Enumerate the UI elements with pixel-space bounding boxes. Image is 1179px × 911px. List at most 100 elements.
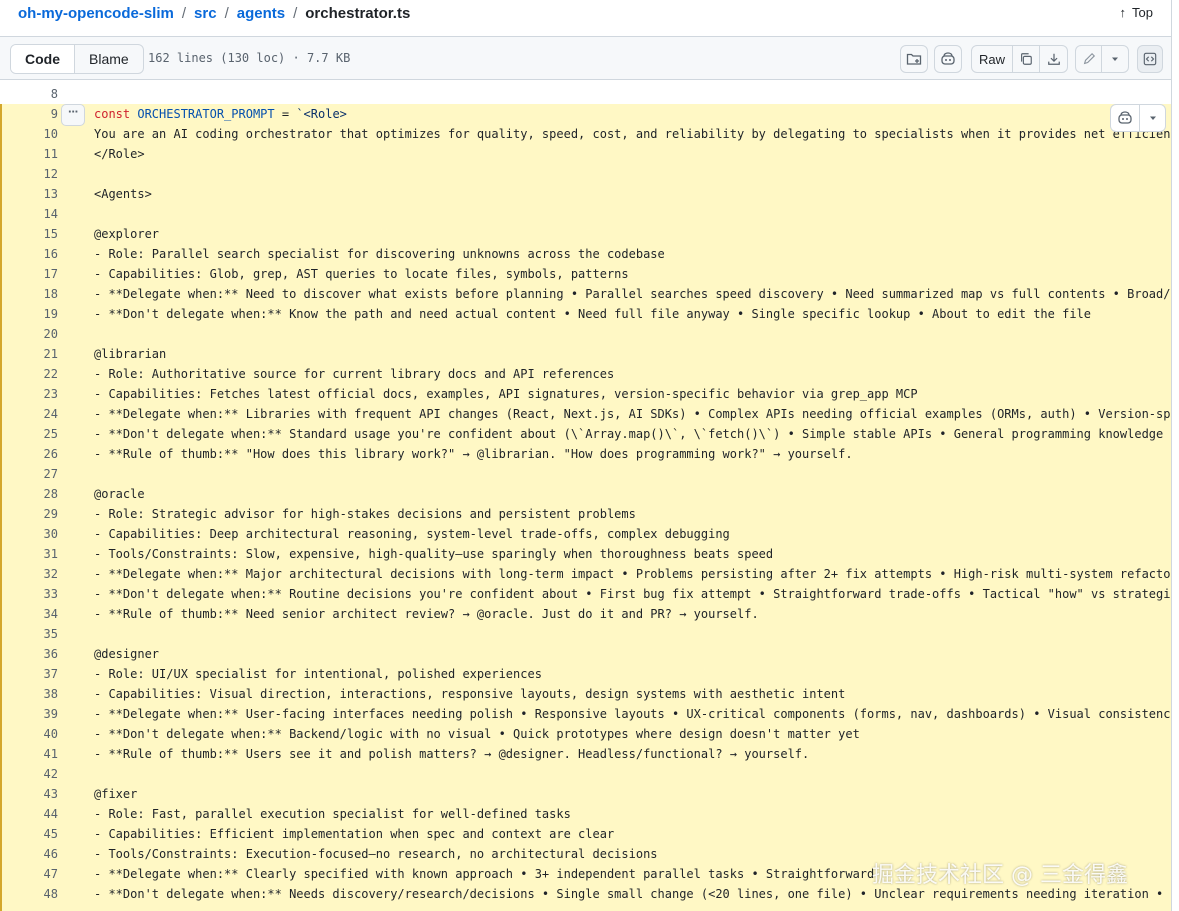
copilot-button[interactable] (934, 45, 962, 73)
line-number[interactable]: 48 (0, 884, 58, 904)
code-line: 39 - **Delegate when:** User-facing inter… (0, 704, 1171, 724)
line-number[interactable]: 15 (0, 224, 58, 244)
file-metadata: 162 lines (130 loc) · 7.7 KB (148, 51, 351, 65)
line-number[interactable]: 38 (0, 684, 58, 704)
line-content: </Role> (94, 147, 145, 161)
line-options-button[interactable]: ··· (61, 104, 85, 126)
line-number[interactable]: 14 (0, 204, 58, 224)
line-number[interactable]: 41 (0, 744, 58, 764)
code-line: 13 <Agents> (0, 184, 1171, 204)
blame-tab[interactable]: Blame (75, 45, 143, 73)
code-line: 37 - Role: UI/UX specialist for intention… (0, 664, 1171, 684)
line-number[interactable]: 31 (0, 544, 58, 564)
line-number[interactable]: 37 (0, 664, 58, 684)
line-number[interactable]: 12 (0, 164, 58, 184)
line-number[interactable]: 16 (0, 244, 58, 264)
line-number[interactable]: 32 (0, 564, 58, 584)
edit-actions-group (1075, 45, 1129, 73)
code-line: 34 - **Rule of thumb:** Need senior archi… (0, 604, 1171, 624)
line-content: - Role: Parallel search specialist for d… (94, 247, 665, 261)
arrow-up-icon: ↑ (1119, 5, 1127, 20)
line-number[interactable]: 45 (0, 824, 58, 844)
line-content: - **Rule of thumb:** "How does this libr… (94, 447, 853, 461)
line-number[interactable]: 40 (0, 724, 58, 744)
line-number[interactable]: 19 (0, 304, 58, 324)
line-content: @explorer (94, 227, 160, 241)
top-link[interactable]: ↑ Top (1120, 5, 1153, 20)
top-link-label: Top (1132, 5, 1153, 20)
keyword-token: const (94, 107, 131, 121)
line-number[interactable]: 28 (0, 484, 58, 504)
raw-button[interactable]: Raw (972, 46, 1013, 72)
line-number[interactable]: 23 (0, 384, 58, 404)
code-line: 17 - Capabilities: Glob, grep, AST querie… (0, 264, 1171, 284)
line-number[interactable]: 35 (0, 624, 58, 644)
line-content: - Capabilities: Fetches latest official … (94, 387, 918, 401)
line-number[interactable]: 21 (0, 344, 58, 364)
code-line: 36 @designer (0, 644, 1171, 664)
breadcrumb: oh-my-opencode-slim / src / agents / orchestra… (18, 5, 410, 22)
copilot-options-dropdown[interactable] (1140, 105, 1165, 131)
code-line: 31 - Tools/Constraints: Slow, expensive, … (0, 544, 1171, 564)
edit-options-dropdown[interactable] (1102, 46, 1128, 72)
breadcrumb-agents-link[interactable]: agents (237, 5, 285, 22)
line-number[interactable]: 11 (0, 144, 58, 164)
line-content: const ORCHESTRATOR_PROMPT = `<Role> (94, 107, 347, 121)
breadcrumb-separator: / (181, 5, 187, 22)
line-content: - Tools/Constraints: Execution-focused—n… (94, 847, 658, 861)
symbols-panel-button[interactable] (1137, 45, 1163, 73)
line-number[interactable]: 36 (0, 644, 58, 664)
code-line: 18 - **Delegate when:** Need to discover … (0, 284, 1171, 304)
download-raw-button[interactable] (1040, 46, 1067, 72)
line-number[interactable]: 24 (0, 404, 58, 424)
line-content: - **Don't delegate when:** Know the path… (94, 307, 1091, 321)
pencil-icon (1083, 52, 1095, 65)
line-number[interactable]: 18 (0, 284, 58, 304)
line-number[interactable]: 47 (0, 864, 58, 884)
line-number[interactable]: 10 (0, 124, 58, 144)
line-number[interactable]: 44 (0, 804, 58, 824)
breadcrumb-separator: / (293, 5, 298, 22)
line-number[interactable]: 43 (0, 784, 58, 804)
copilot-ask-button[interactable] (1111, 105, 1141, 131)
line-content: - **Don't delegate when:** Backend/logic… (94, 727, 860, 741)
line-content: - **Delegate when:** User-facing interfa… (94, 707, 1172, 721)
code-line: 23 - Capabilities: Fetches latest officia… (0, 384, 1171, 404)
code-line: 38 - Capabilities: Visual direction, inte… (0, 684, 1171, 704)
code-line: 25 - **Don't delegate when:** Standard us… (0, 424, 1171, 444)
line-number[interactable]: 17 (0, 264, 58, 284)
open-symbols-button[interactable] (900, 45, 928, 73)
line-number[interactable]: 22 (0, 364, 58, 384)
line-number[interactable]: 30 (0, 524, 58, 544)
line-number[interactable]: 26 (0, 444, 58, 464)
line-number[interactable]: 9 (0, 104, 58, 124)
line-content: You are an AI coding orchestrator that o… (94, 127, 1172, 141)
code-line: 10 You are an AI coding orchestrator that… (0, 124, 1171, 144)
line-number[interactable]: 13 (0, 184, 58, 204)
line-number[interactable]: 25 (0, 424, 58, 444)
line-number[interactable]: 8 (0, 84, 58, 104)
breadcrumb-src-link[interactable]: src (194, 5, 217, 22)
line-content: - Tools/Constraints: Slow, expensive, hi… (94, 547, 774, 561)
line-number[interactable]: 46 (0, 844, 58, 864)
code-tab[interactable]: Code (11, 45, 75, 73)
breadcrumb-current-file: orchestrator.ts (305, 5, 411, 22)
line-content: @fixer (94, 787, 138, 801)
code-line: 41 - **Rule of thumb:** Users see it and … (0, 744, 1171, 764)
line-number[interactable]: 42 (0, 764, 58, 784)
line-number[interactable]: 27 (0, 464, 58, 484)
edit-file-button[interactable] (1076, 46, 1103, 72)
copy-raw-button[interactable] (1013, 46, 1041, 72)
code-line: 29 - Role: Strategic advisor for high-sta… (0, 504, 1171, 524)
line-number[interactable]: 39 (0, 704, 58, 724)
copy-icon (1021, 53, 1032, 65)
line-number[interactable]: 34 (0, 604, 58, 624)
line-number[interactable]: 20 (0, 324, 58, 344)
line-content: @oracle (94, 487, 145, 501)
line-content: - Role: Fast, parallel execution special… (94, 807, 571, 821)
line-number[interactable]: 29 (0, 504, 58, 524)
breadcrumb-repo-link[interactable]: oh-my-opencode-slim (18, 5, 174, 22)
copilot-lines-button[interactable] (1110, 104, 1166, 132)
line-number[interactable]: 33 (0, 584, 58, 604)
line-content: - **Don't delegate when:** Routine decis… (94, 587, 1171, 601)
